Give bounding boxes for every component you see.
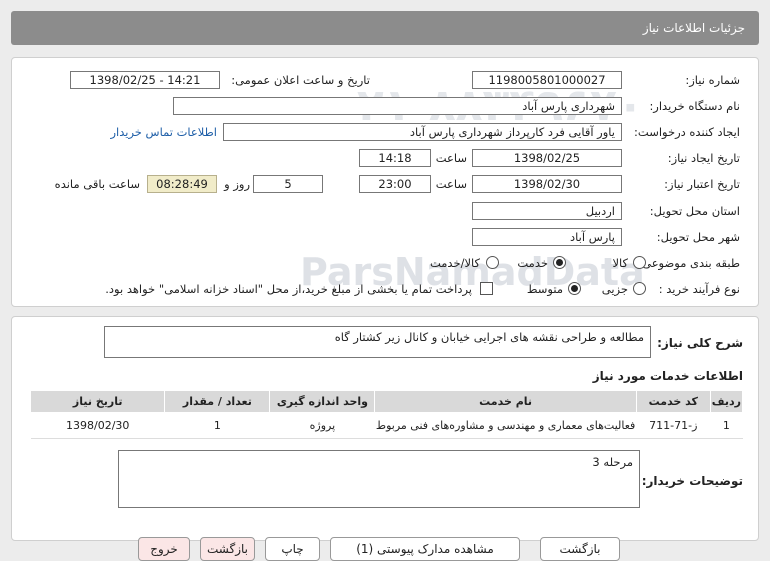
created-time-field: 14:18 [359, 149, 431, 167]
created-date-label: تاریخ ایجاد نیاز: [667, 151, 740, 165]
city-field: پارس آباد [472, 228, 622, 246]
remaining-time-field: 08:28:49 [147, 175, 217, 193]
buyer-org-label: نام دستگاه خریدار: [649, 99, 740, 113]
category-goods-label: کالا [612, 256, 628, 270]
province-label: استان محل تحویل: [649, 204, 740, 218]
col-code: کد خدمت [635, 390, 711, 413]
col-unit: واحد اندازه گیری [269, 390, 376, 413]
requester-field: یاور آقایی فرد کارپرداز شهرداری پارس آبا… [223, 123, 622, 141]
cell-date: 1398/02/30 [30, 412, 165, 439]
treasury-payment-note: پرداخت تمام یا بخشی از مبلغ خرید،از محل … [105, 282, 472, 296]
city-label: شهر محل تحویل: [656, 230, 740, 244]
view-attachments-button[interactable]: مشاهده مدارک پیوستی (1) [330, 537, 520, 561]
need-number-field: 1198005801000027 [472, 71, 622, 89]
validity-date-label: تاریخ اعتبار نیاز: [664, 177, 740, 191]
announce-field: 1398/02/25 - 14:21 [70, 71, 220, 89]
need-number-label: شماره نیاز: [685, 73, 740, 87]
back-button[interactable]: بازگشت [540, 537, 620, 561]
table-row: 1 ز-71-711 فعالیت‌های معماری و مهندسی و … [30, 412, 743, 439]
remaining-days-field: 5 [253, 175, 323, 193]
buyer-org-field: شهرداری پارس آباد [173, 97, 622, 115]
process-minor-label: جزیی [601, 282, 628, 296]
remaining-label: ساعت باقی مانده [54, 177, 140, 191]
category-goods-service-label: کالا/خدمت [429, 256, 480, 270]
exit-button[interactable]: خروج [138, 537, 190, 561]
category-label: طبقه بندی موضوعی: [638, 256, 740, 270]
category-service-radio[interactable] [553, 256, 566, 269]
requester-label: ایجاد کننده درخواست: [634, 125, 740, 139]
buyer-notes-label: توضیحات خریدار: [641, 474, 743, 488]
col-date: تاریخ نیاز [29, 390, 166, 413]
cell-unit: پروژه [269, 412, 375, 439]
services-title: اطلاعات خدمات مورد نیاز [592, 369, 743, 383]
category-goods-service-radio[interactable] [486, 256, 499, 269]
announce-label: تاریخ و ساعت اعلان عمومی: [231, 73, 370, 87]
category-service-label: خدمت [517, 256, 548, 270]
services-header-row: ردیف کد خدمت نام خدمت واحد اندازه گیری ت… [29, 390, 744, 413]
process-medium-label: متوسط [526, 282, 563, 296]
created-date-field: 1398/02/25 [472, 149, 622, 167]
validity-time-field: 23:00 [359, 175, 431, 193]
validity-time-label: ساعت [435, 177, 467, 191]
summary-field: مطالعه و طراحی نقشه های اجرایی خیابان و … [104, 326, 651, 358]
validity-date-field: 1398/02/30 [472, 175, 622, 193]
province-field: اردبیل [472, 202, 622, 220]
cell-row: 1 [710, 412, 743, 439]
col-name: نام خدمت [374, 390, 637, 413]
page-header: جزئیات اطلاعات نیاز [11, 11, 759, 45]
return-button[interactable]: بازگشت [200, 537, 255, 561]
process-minor-radio[interactable] [633, 282, 646, 295]
cell-name: فعالیت‌های معماری و مهندسی و مشاوره‌های … [374, 412, 637, 439]
page-title: جزئیات اطلاعات نیاز [642, 21, 745, 35]
category-goods-radio[interactable] [633, 256, 646, 269]
print-button[interactable]: چاپ [265, 537, 320, 561]
days-label: روز و [224, 177, 250, 191]
treasury-payment-checkbox[interactable] [480, 282, 493, 295]
buyer-notes-field: مرحله 3 [118, 450, 640, 508]
process-medium-radio[interactable] [568, 282, 581, 295]
cell-code: ز-71-711 [636, 412, 711, 439]
col-row: ردیف [709, 390, 744, 413]
process-label: نوع فرآیند خرید : [658, 282, 740, 296]
cell-qty: 1 [164, 412, 270, 439]
services-table: ردیف کد خدمت نام خدمت واحد اندازه گیری ت… [29, 390, 744, 439]
col-qty: تعداد / مقدار [164, 390, 271, 413]
contact-buyer-link[interactable]: اطلاعات تماس خریدار [110, 125, 217, 139]
summary-label: شرح کلی نیاز: [657, 336, 743, 350]
created-time-label: ساعت [435, 151, 467, 165]
